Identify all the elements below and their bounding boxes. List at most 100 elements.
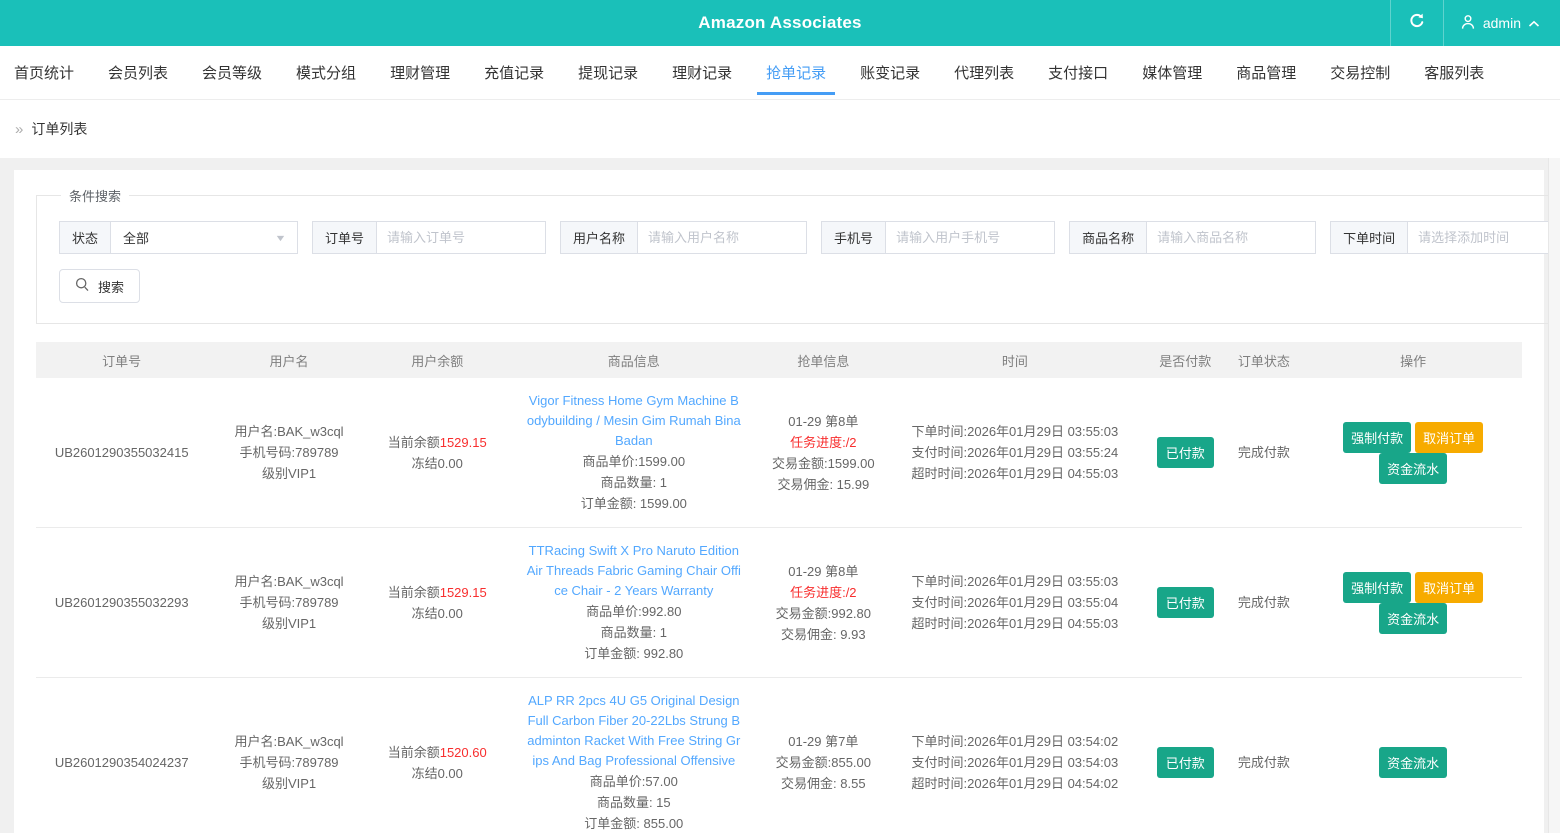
order-time-input[interactable] xyxy=(1407,221,1560,254)
order-amount-line: 订单金额: 855.00 xyxy=(508,813,760,833)
phone-input[interactable] xyxy=(885,221,1055,254)
order-status: 完成付款 xyxy=(1228,442,1301,463)
nav-tab-13[interactable]: 媒体管理 xyxy=(1142,46,1202,99)
content-card: 条件搜索 状态 全部 ▼ 订单号 用户名称 xyxy=(14,170,1544,833)
product-name-input[interactable] xyxy=(1146,221,1316,254)
top-header-bar: Amazon Associates admin xyxy=(0,0,1560,46)
task-progress-line: 任务进度:/2 xyxy=(768,582,879,603)
product-cell: TTRacing Swift X Pro Naruto Edition Air … xyxy=(504,528,764,678)
nav-tab-12[interactable]: 支付接口 xyxy=(1048,46,1108,99)
nav-tab-2[interactable]: 会员列表 xyxy=(108,46,168,99)
product-qty-line: 商品数量: 15 xyxy=(508,792,760,813)
time-line: 下单时间:2026年01月29日 03:54:02 xyxy=(912,731,1119,752)
balance-value: 1529.15 xyxy=(440,585,487,600)
balance-line: 当前余额1529.15 xyxy=(375,432,500,453)
header-actions: admin xyxy=(1390,0,1560,46)
frozen-line: 冻结0.00 xyxy=(375,763,500,784)
column-header: 用户名 xyxy=(207,342,370,378)
column-header: 用户余额 xyxy=(371,342,504,378)
time-block: 下单时间:2026年01月29日 03:55:03支付时间:2026年01月29… xyxy=(912,421,1119,484)
page-body: 条件搜索 状态 全部 ▼ 订单号 用户名称 xyxy=(0,158,1560,833)
status-select[interactable]: 全部 ▼ xyxy=(110,221,298,254)
order-amount-line: 订单金额: 1599.00 xyxy=(508,493,760,514)
user-info-line: 用户名:BAK_w3cql xyxy=(211,421,366,442)
nav-tab-15[interactable]: 交易控制 xyxy=(1330,46,1390,99)
order-no-label: 订单号 xyxy=(312,221,376,254)
user-menu[interactable]: admin xyxy=(1444,0,1560,46)
nav-tab-1[interactable]: 首页统计 xyxy=(14,46,74,99)
refresh-button[interactable] xyxy=(1390,0,1444,46)
order-no: UB2601290354024237 xyxy=(40,752,203,773)
product-price-line: 商品单价:1599.00 xyxy=(508,451,760,472)
order-no: UB2601290355032415 xyxy=(40,442,203,463)
column-header: 操作 xyxy=(1304,342,1522,378)
nav-tab-5[interactable]: 理财管理 xyxy=(390,46,450,99)
trade-commission-line: 交易佣金: 15.99 xyxy=(768,474,879,495)
nav-tab-6[interactable]: 充值记录 xyxy=(484,46,544,99)
table-row: UB2601290355032293用户名:BAK_w3cql手机号码:7897… xyxy=(36,528,1522,678)
product-price-line: 商品单价:57.00 xyxy=(508,771,760,792)
time-line: 支付时间:2026年01月29日 03:54:03 xyxy=(912,752,1119,773)
grab-seq-line: 01-29 第8单 xyxy=(768,561,879,582)
balance-line: 当前余额1520.60 xyxy=(375,742,500,763)
nav-tab-16[interactable]: 客服列表 xyxy=(1424,46,1484,99)
order-no-cell: UB2601290355032415 xyxy=(36,378,207,528)
trade-commission-line: 交易佣金: 8.55 xyxy=(768,773,879,794)
paid-status-cell: 已付款 xyxy=(1147,378,1224,528)
task-progress-line: 任务进度:/2 xyxy=(768,432,879,453)
user-icon xyxy=(1460,14,1476,33)
cancel-order-button[interactable]: 取消订单 xyxy=(1415,572,1483,603)
nav-tab-7[interactable]: 提现记录 xyxy=(578,46,638,99)
username-input[interactable] xyxy=(637,221,807,254)
nav-tab-11[interactable]: 代理列表 xyxy=(954,46,1014,99)
vertical-scrollbar[interactable] xyxy=(1548,158,1560,833)
force-pay-button[interactable]: 强制付款 xyxy=(1343,422,1411,453)
search-button[interactable]: 搜索 xyxy=(59,269,140,303)
fund-flow-button[interactable]: 资金流水 xyxy=(1379,747,1447,778)
cancel-order-button[interactable]: 取消订单 xyxy=(1415,422,1483,453)
paid-badge: 已付款 xyxy=(1157,747,1214,778)
column-header: 是否付款 xyxy=(1147,342,1224,378)
refresh-icon xyxy=(1407,11,1427,36)
balance-line: 当前余额1529.15 xyxy=(375,582,500,603)
balance-label: 当前余额 xyxy=(388,585,440,600)
nav-tab-10[interactable]: 账变记录 xyxy=(860,46,920,99)
time-line: 下单时间:2026年01月29日 03:55:03 xyxy=(912,571,1119,592)
phone-filter: 手机号 xyxy=(821,221,1055,254)
nav-tab-4[interactable]: 模式分组 xyxy=(296,46,356,99)
nav-tab-8[interactable]: 理财记录 xyxy=(672,46,732,99)
nav-tab-3[interactable]: 会员等级 xyxy=(202,46,262,99)
order-no-input[interactable] xyxy=(376,221,546,254)
grab-info-cell: 01-29 第8单任务进度:/2交易金额:1599.00交易佣金: 15.99 xyxy=(764,378,883,528)
product-price-line: 商品单价:992.80 xyxy=(508,601,760,622)
product-qty-line: 商品数量: 1 xyxy=(508,622,760,643)
user-name: admin xyxy=(1483,15,1521,31)
frozen-line: 冻结0.00 xyxy=(375,603,500,624)
user-info-line: 级别VIP1 xyxy=(211,613,366,634)
user-info-line: 手机号码:789789 xyxy=(211,592,366,613)
balance-cell: 当前余额1529.15冻结0.00 xyxy=(371,528,504,678)
status-filter: 状态 全部 ▼ xyxy=(59,221,298,254)
trade-amount-line: 交易金额:992.80 xyxy=(768,603,879,624)
balance-label: 当前余额 xyxy=(388,435,440,450)
user-info-line: 手机号码:789789 xyxy=(211,442,366,463)
column-header: 商品信息 xyxy=(504,342,764,378)
user-info-line: 级别VIP1 xyxy=(211,773,366,794)
order-status-cell: 完成付款 xyxy=(1224,378,1305,528)
grab-info-cell: 01-29 第7单交易金额:855.00交易佣金: 8.55 xyxy=(764,678,883,833)
table-row: UB2601290354024237用户名:BAK_w3cql手机号码:7897… xyxy=(36,678,1522,833)
nav-tab-9[interactable]: 抢单记录 xyxy=(766,46,826,99)
user-info-line: 手机号码:789789 xyxy=(211,752,366,773)
product-link[interactable]: ALP RR 2pcs 4U G5 Original Design Full C… xyxy=(526,691,742,771)
fund-flow-button[interactable]: 资金流水 xyxy=(1379,603,1447,634)
status-selected-value: 全部 xyxy=(123,228,149,247)
force-pay-button[interactable]: 强制付款 xyxy=(1343,572,1411,603)
nav-tab-14[interactable]: 商品管理 xyxy=(1236,46,1296,99)
fund-flow-button[interactable]: 资金流水 xyxy=(1379,453,1447,484)
order-no-filter: 订单号 xyxy=(312,221,546,254)
paid-badge: 已付款 xyxy=(1157,437,1214,468)
paid-badge: 已付款 xyxy=(1157,587,1214,618)
product-link[interactable]: Vigor Fitness Home Gym Machine Bodybuild… xyxy=(526,391,742,451)
product-link[interactable]: TTRacing Swift X Pro Naruto Edition Air … xyxy=(526,541,742,601)
paid-status-cell: 已付款 xyxy=(1147,678,1224,833)
